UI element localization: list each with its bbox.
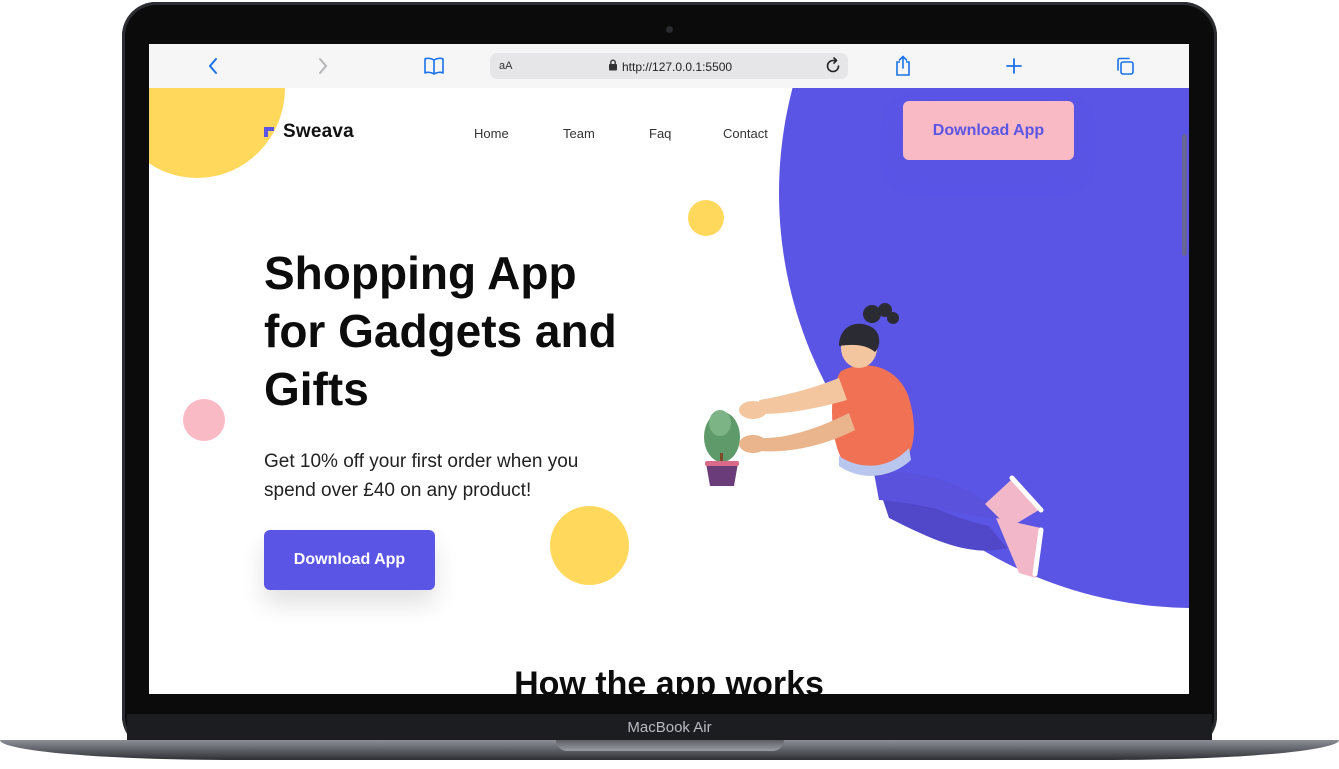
logo-icon [264,127,274,137]
forward-icon[interactable] [311,54,335,78]
web-page: Sweava Home Team Faq Contact Download Ap… [149,88,1189,694]
hero-subtitle: Get 10% off your first order when you sp… [264,451,579,501]
nav-link-contact[interactable]: Contact [723,126,768,141]
share-icon[interactable] [891,54,915,78]
nav-link-team[interactable]: Team [563,126,595,141]
back-icon[interactable] [201,54,225,78]
laptop-notch [556,740,784,751]
logo-text: Sweava [283,121,354,142]
hero-title: Shopping App for Gadgets and Gifts [264,247,617,415]
url-text: http://127.0.0.1:5500 [622,59,733,74]
screen: aA http://127.0.0.1:5500 Sweava Home Tea… [149,44,1189,694]
hero-download-button[interactable]: Download App [264,530,435,590]
tabs-overview-icon[interactable] [1113,54,1137,78]
decor-pink-dot [183,399,225,441]
flying-girl-figure [739,303,1044,578]
address-bar[interactable]: aA http://127.0.0.1:5500 [490,53,848,79]
hero-illustration [704,303,1044,578]
page-scrollbar[interactable] [1182,134,1187,256]
potted-plant-icon [704,410,740,486]
lock-icon [608,59,618,74]
camera [666,26,673,33]
how-it-works-heading: How the app works [514,665,824,694]
nav-download-button[interactable]: Download App [903,101,1074,160]
new-tab-icon[interactable] [1002,54,1026,78]
reload-icon[interactable] [824,56,842,81]
bookmarks-icon[interactable] [422,54,446,78]
nav-link-faq[interactable]: Faq [649,126,671,141]
site-logo[interactable]: Sweava [264,121,354,143]
decor-yellow-dot-large [550,506,629,585]
text-size-button[interactable]: aA [499,60,512,72]
nav-link-home[interactable]: Home [474,126,509,141]
decor-yellow-dot [688,200,724,236]
browser-toolbar: aA http://127.0.0.1:5500 [149,44,1189,89]
device-label: MacBook Air [627,719,712,736]
